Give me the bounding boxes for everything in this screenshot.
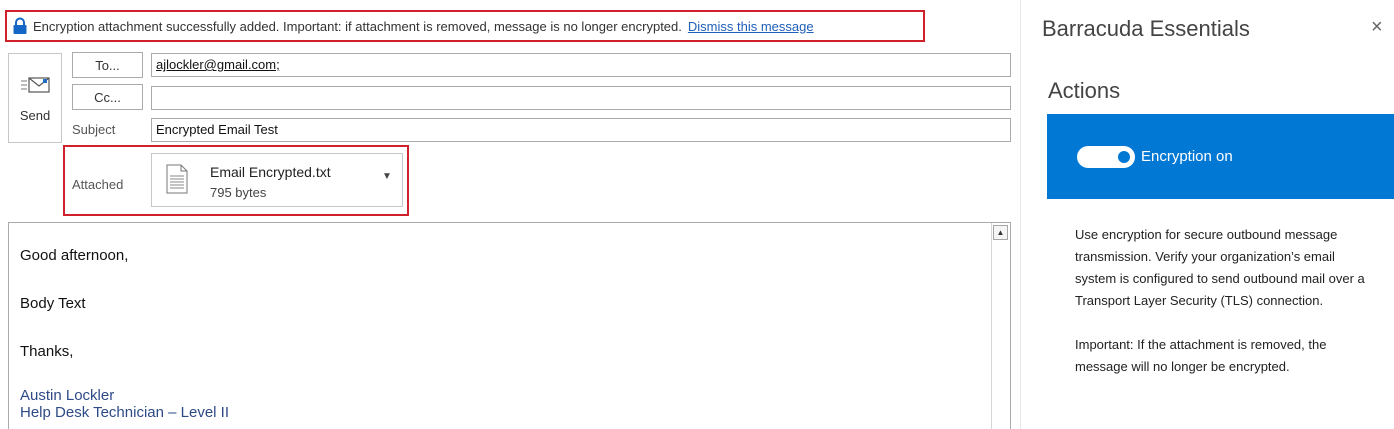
- signature-name: Austin Lockler: [20, 387, 115, 404]
- to-recipient: ajlockler@gmail.com;: [156, 57, 280, 72]
- attachment-card[interactable]: Email Encrypted.txt 795 bytes ▼: [151, 153, 403, 207]
- send-button[interactable]: Send: [8, 53, 62, 143]
- barracuda-panel: Barracuda Essentials × Actions Encryptio…: [1020, 0, 1394, 429]
- panel-title: Barracuda Essentials: [1042, 16, 1250, 41]
- cc-field[interactable]: [151, 86, 1011, 110]
- encryption-description: Use encryption for secure outbound messa…: [1075, 224, 1375, 378]
- send-label: Send: [19, 107, 51, 123]
- subject-label: Subject: [72, 122, 116, 137]
- chevron-down-icon[interactable]: ▼: [382, 171, 392, 182]
- compose-window: Encryption attachment successfully added…: [0, 0, 1020, 429]
- actions-heading: Actions: [1048, 78, 1121, 103]
- body-closing: Thanks,: [20, 343, 74, 360]
- encryption-action: Encryption on: [1047, 114, 1394, 199]
- vertical-scrollbar[interactable]: ▲: [991, 223, 1010, 429]
- attachment-size: 795 bytes: [210, 185, 267, 200]
- body-text: Body Text: [20, 295, 86, 312]
- lock-icon: [13, 17, 27, 34]
- encryption-label: Encryption on: [1141, 148, 1233, 165]
- file-icon: [166, 164, 188, 194]
- description-paragraph: Use encryption for secure outbound messa…: [1075, 227, 1365, 308]
- attachment-name: Email Encrypted.txt: [210, 164, 331, 180]
- to-button[interactable]: To...: [72, 52, 143, 78]
- close-icon[interactable]: ×: [1371, 16, 1383, 39]
- body-greeting: Good afternoon,: [20, 247, 129, 264]
- send-icon: [21, 76, 50, 93]
- signature-title: Help Desk Technician – Level II: [20, 404, 230, 421]
- scroll-up-icon[interactable]: ▲: [993, 225, 1008, 240]
- attached-label: Attached: [72, 177, 124, 192]
- infobar-message: Encryption attachment successfully added…: [33, 18, 682, 34]
- to-field[interactable]: ajlockler@gmail.com;: [151, 53, 1011, 77]
- encryption-toggle[interactable]: [1077, 146, 1135, 168]
- cc-button[interactable]: Cc...: [72, 84, 143, 110]
- message-body[interactable]: Good afternoon, Body Text Thanks, Austin…: [8, 222, 1011, 429]
- subject-field[interactable]: Encrypted Email Test: [151, 118, 1011, 142]
- dismiss-message-link[interactable]: Dismiss this message: [688, 19, 814, 34]
- description-important: Important: If the attachment is removed,…: [1075, 337, 1327, 374]
- toggle-knob: [1118, 151, 1130, 163]
- encryption-infobar: Encryption attachment successfully added…: [5, 10, 925, 42]
